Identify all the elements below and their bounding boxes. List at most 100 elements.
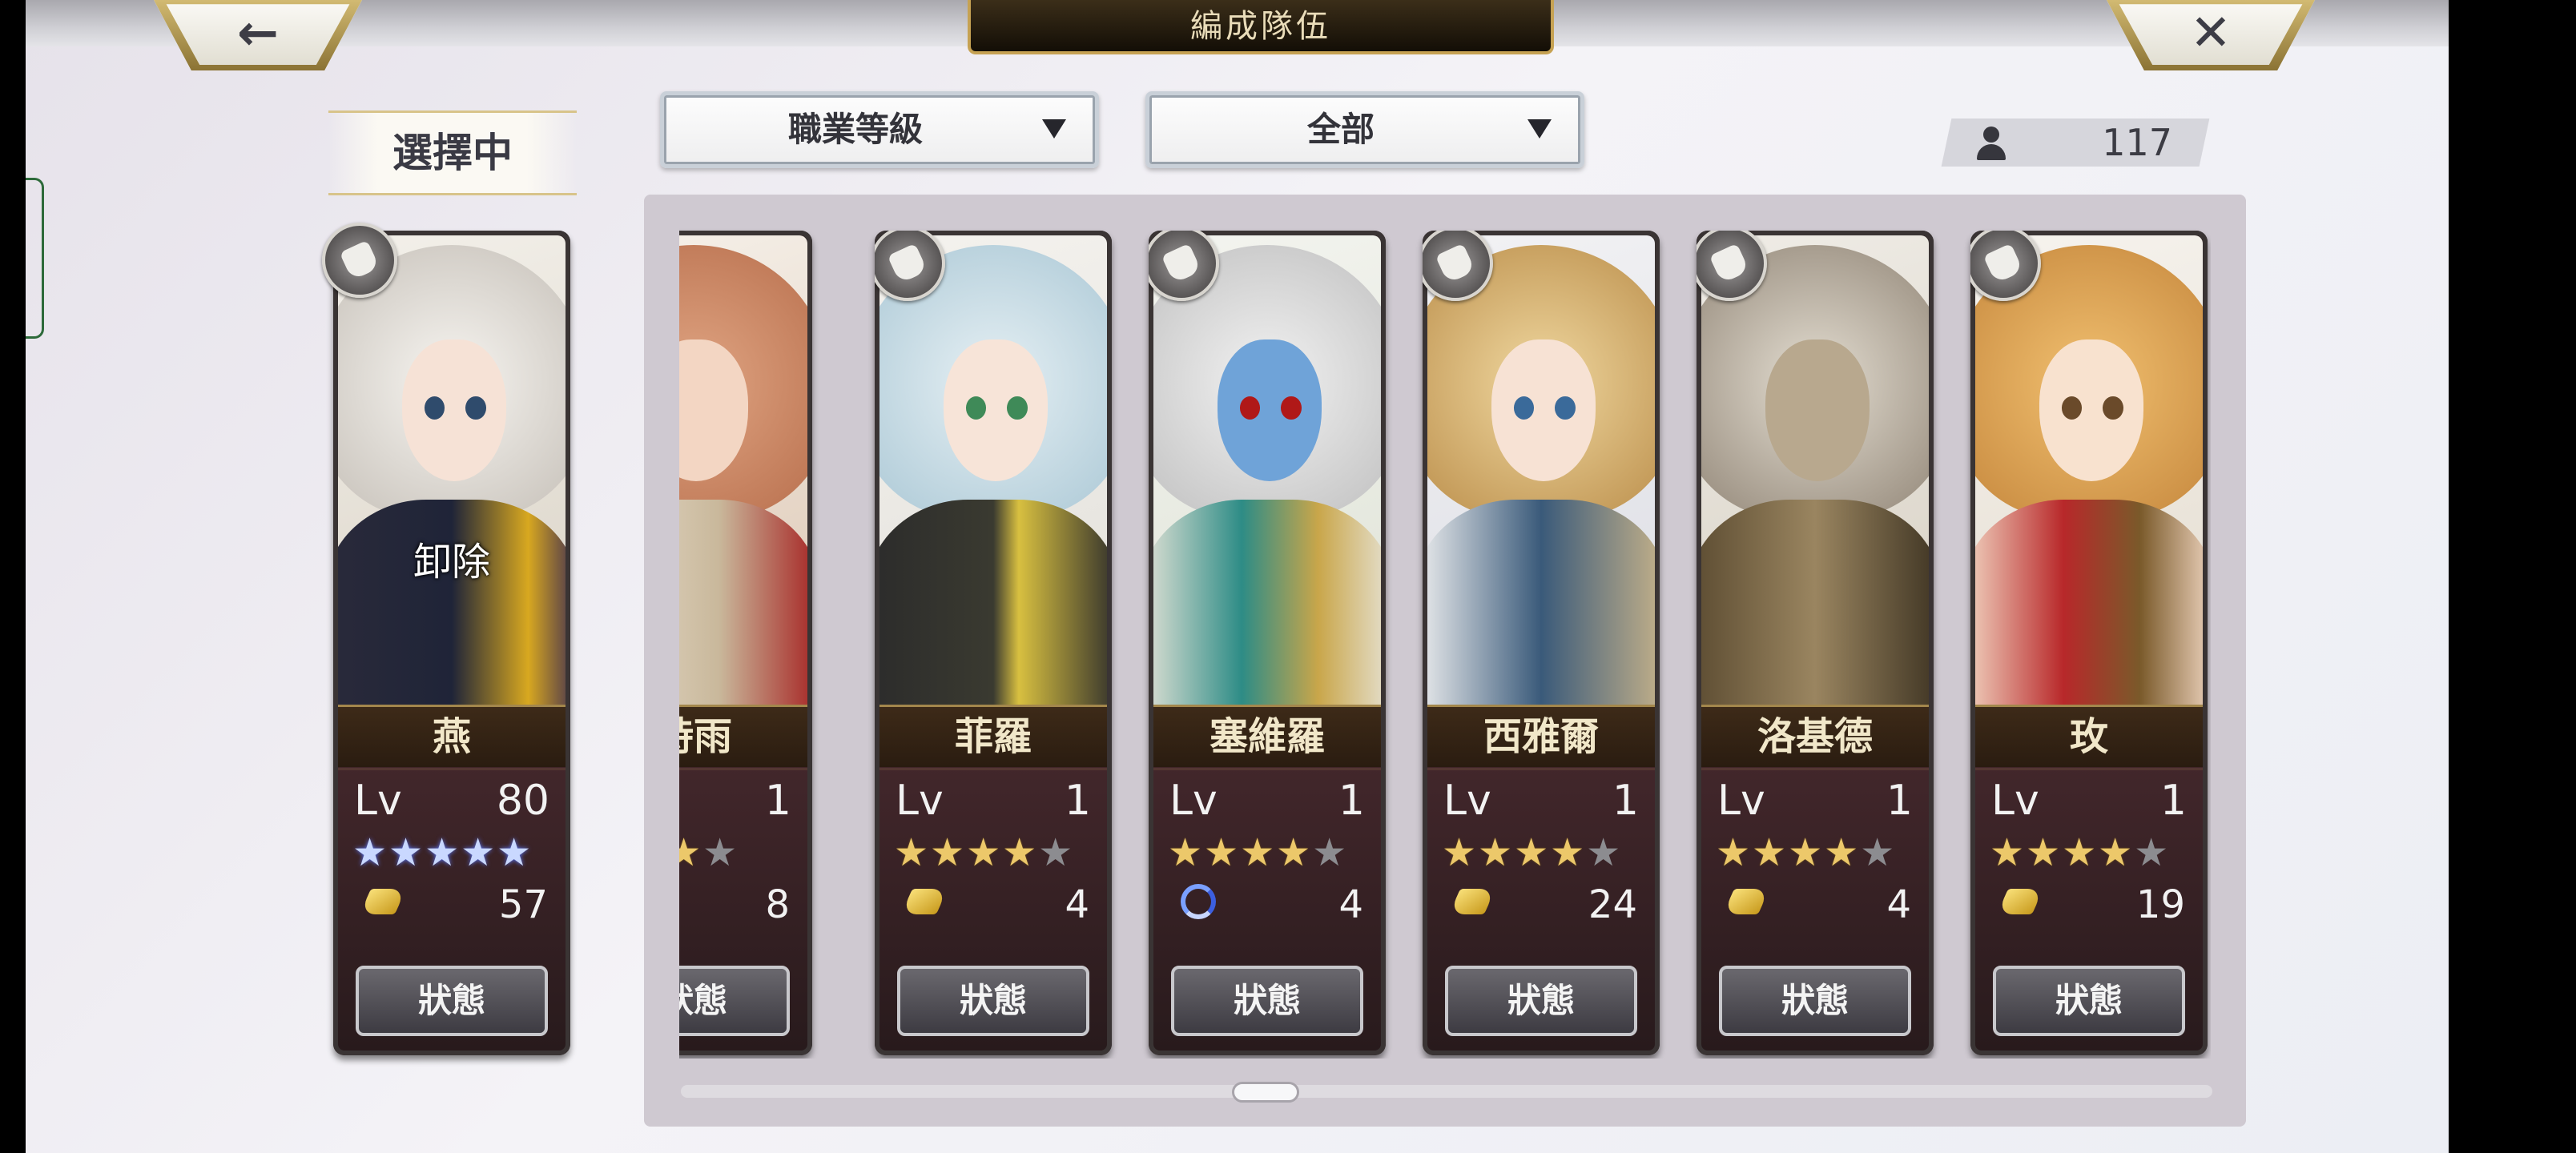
wing-icon (900, 879, 948, 924)
character-portrait[interactable] (1701, 235, 1929, 708)
star-empty-icons: ★ (1312, 830, 1349, 875)
star-rating: ★★★★ (679, 831, 739, 874)
filter-dropdown-value: 全部 (1306, 110, 1375, 149)
character-stats: Lv 1 ★★★★★ 4 狀態 (1701, 767, 1929, 1051)
element-value: 4 (1338, 882, 1363, 927)
sort-dropdown[interactable]: 職業等級 (660, 91, 1099, 168)
star-rating: ★★★★★ (1168, 831, 1348, 874)
back-arrow-icon: ← (237, 3, 279, 62)
level-label: Lv (354, 777, 402, 825)
level-value: 1 (1612, 777, 1639, 825)
status-button[interactable]: 狀態 (356, 966, 548, 1036)
roster-scrollbar-track[interactable] (681, 1085, 2212, 1098)
character-card-saiweiluo[interactable]: 塞維羅 Lv 1 ★★★★★ 4 狀態 (1149, 231, 1386, 1055)
wing-icon (359, 879, 407, 924)
status-button[interactable]: 狀態 (679, 966, 790, 1036)
filter-dropdown[interactable]: 全部 (1145, 91, 1584, 168)
roster-scrollbar-thumb[interactable] (1232, 1082, 1299, 1103)
character-portrait[interactable] (1153, 235, 1381, 708)
character-name: 洛基德 (1701, 705, 1929, 770)
character-card-feiluo[interactable]: 菲羅 Lv 1 ★★★★★ 4 狀態 (875, 231, 1112, 1055)
character-name: 塞維羅 (1153, 705, 1381, 770)
star-empty-icons: ★ (1586, 830, 1623, 875)
level-label: Lv (1991, 777, 2039, 825)
wing-icon (1996, 879, 2044, 924)
character-portrait[interactable]: 卸除 (338, 235, 566, 708)
level-label: Lv (1717, 777, 1765, 825)
page-title: 編成隊伍 (968, 0, 1554, 54)
character-name: 玫 (1975, 705, 2203, 770)
star-empty-icons: ★ (1860, 830, 1897, 875)
level-label: Lv (1443, 777, 1491, 825)
level-value: 80 (496, 777, 549, 825)
character-portrait[interactable] (879, 235, 1107, 708)
level-value: 1 (2159, 777, 2187, 825)
sort-dropdown-value: 職業等級 (787, 110, 923, 149)
character-portrait[interactable] (1975, 235, 2203, 708)
unit-count: 117 (2102, 121, 2172, 164)
star-rating: ★★★★★ (352, 831, 533, 874)
roster-list[interactable]: 時雨 Lv 1 ★★★★ 8 狀態 菲羅 Lv 1 ★ (679, 224, 2211, 1059)
status-button[interactable]: 狀態 (897, 966, 1089, 1036)
star-empty-icons: ★ (702, 830, 739, 875)
star-rating: ★★★★★ (894, 831, 1074, 874)
star-empty-icons: ★ (2134, 830, 2171, 875)
element-value: 57 (498, 882, 548, 927)
selected-section-label: 選擇中 (328, 110, 577, 195)
element-value: 19 (2135, 882, 2185, 927)
wing-icon (1722, 879, 1770, 924)
character-name: 西雅爾 (1427, 705, 1655, 770)
character-portrait[interactable] (1427, 235, 1655, 708)
level-value: 1 (1886, 777, 1913, 825)
status-button[interactable]: 狀態 (1445, 966, 1637, 1036)
character-card[interactable]: 卸除 燕 Lv 80 ★★★★★ 57 狀態 (333, 231, 570, 1055)
character-card-shigure[interactable]: 時雨 Lv 1 ★★★★ 8 狀態 (679, 231, 812, 1055)
element-value: 4 (1886, 882, 1911, 927)
star-rating: ★★★★★ (1990, 831, 2170, 874)
character-stats: Lv 80 ★★★★★ 57 狀態 (338, 767, 566, 1051)
character-card-xiyaer[interactable]: 西雅爾 Lv 1 ★★★★★ 24 狀態 (1423, 231, 1660, 1055)
star-icons: ★★★★★ (352, 830, 533, 875)
chevron-down-icon (1527, 119, 1552, 139)
status-button[interactable]: 狀態 (1719, 966, 1911, 1036)
character-card-luojide[interactable]: 洛基德 Lv 1 ★★★★★ 4 狀態 (1697, 231, 1934, 1055)
level-label: Lv (1169, 777, 1218, 825)
level-value: 1 (1338, 777, 1365, 825)
level-label: Lv (896, 777, 944, 825)
status-button[interactable]: 狀態 (1171, 966, 1363, 1036)
close-button[interactable]: ✕ (2107, 0, 2315, 70)
level-value: 1 (1064, 777, 1091, 825)
character-stats: Lv 1 ★★★★★ 19 狀態 (1975, 767, 2203, 1051)
character-name: 燕 (338, 705, 566, 770)
wing-icon (1448, 879, 1496, 924)
selected-character-card[interactable]: 卸除 燕 Lv 80 ★★★★★ 57 狀態 (322, 223, 570, 1055)
character-stats: Lv 1 ★★★★★ 4 狀態 (879, 767, 1107, 1051)
status-button[interactable]: 狀態 (1993, 966, 2185, 1036)
element-value: 4 (1065, 882, 1089, 927)
star-rating: ★★★★★ (1716, 831, 1896, 874)
side-tab[interactable] (26, 178, 44, 339)
star-filled-icons: ★★★ (679, 830, 703, 875)
level-value: 1 (764, 777, 791, 825)
person-icon (1975, 127, 2007, 160)
chevron-down-icon (1042, 119, 1066, 139)
game-screen: ← 編成隊伍 ✕ 選擇中 職業等級 全部 117 卸除 燕 Lv 80 ★★★★… (26, 0, 2449, 1153)
star-empty-icons: ★ (1038, 830, 1075, 875)
character-stats: Lv 1 ★★★★ 8 狀態 (679, 767, 807, 1051)
unit-count-badge: 117 (1946, 119, 2204, 167)
close-icon: ✕ (2190, 3, 2232, 62)
swirl-icon (1176, 879, 1221, 924)
class-icon (322, 223, 397, 298)
character-name: 菲羅 (879, 705, 1107, 770)
character-card-mei[interactable]: 玫 Lv 1 ★★★★★ 19 狀態 (1970, 231, 2208, 1055)
element-value: 24 (1588, 882, 1637, 927)
back-button[interactable]: ← (154, 0, 362, 70)
remove-label[interactable]: 卸除 (338, 530, 566, 586)
star-filled-icons: ★★★★ (1716, 830, 1861, 875)
star-filled-icons: ★★★★ (1168, 830, 1313, 875)
character-stats: Lv 1 ★★★★★ 4 狀態 (1153, 767, 1381, 1051)
character-portrait[interactable] (679, 235, 807, 708)
character-stats: Lv 1 ★★★★★ 24 狀態 (1427, 767, 1655, 1051)
star-rating: ★★★★★ (1442, 831, 1622, 874)
star-filled-icons: ★★★★ (1990, 830, 2135, 875)
